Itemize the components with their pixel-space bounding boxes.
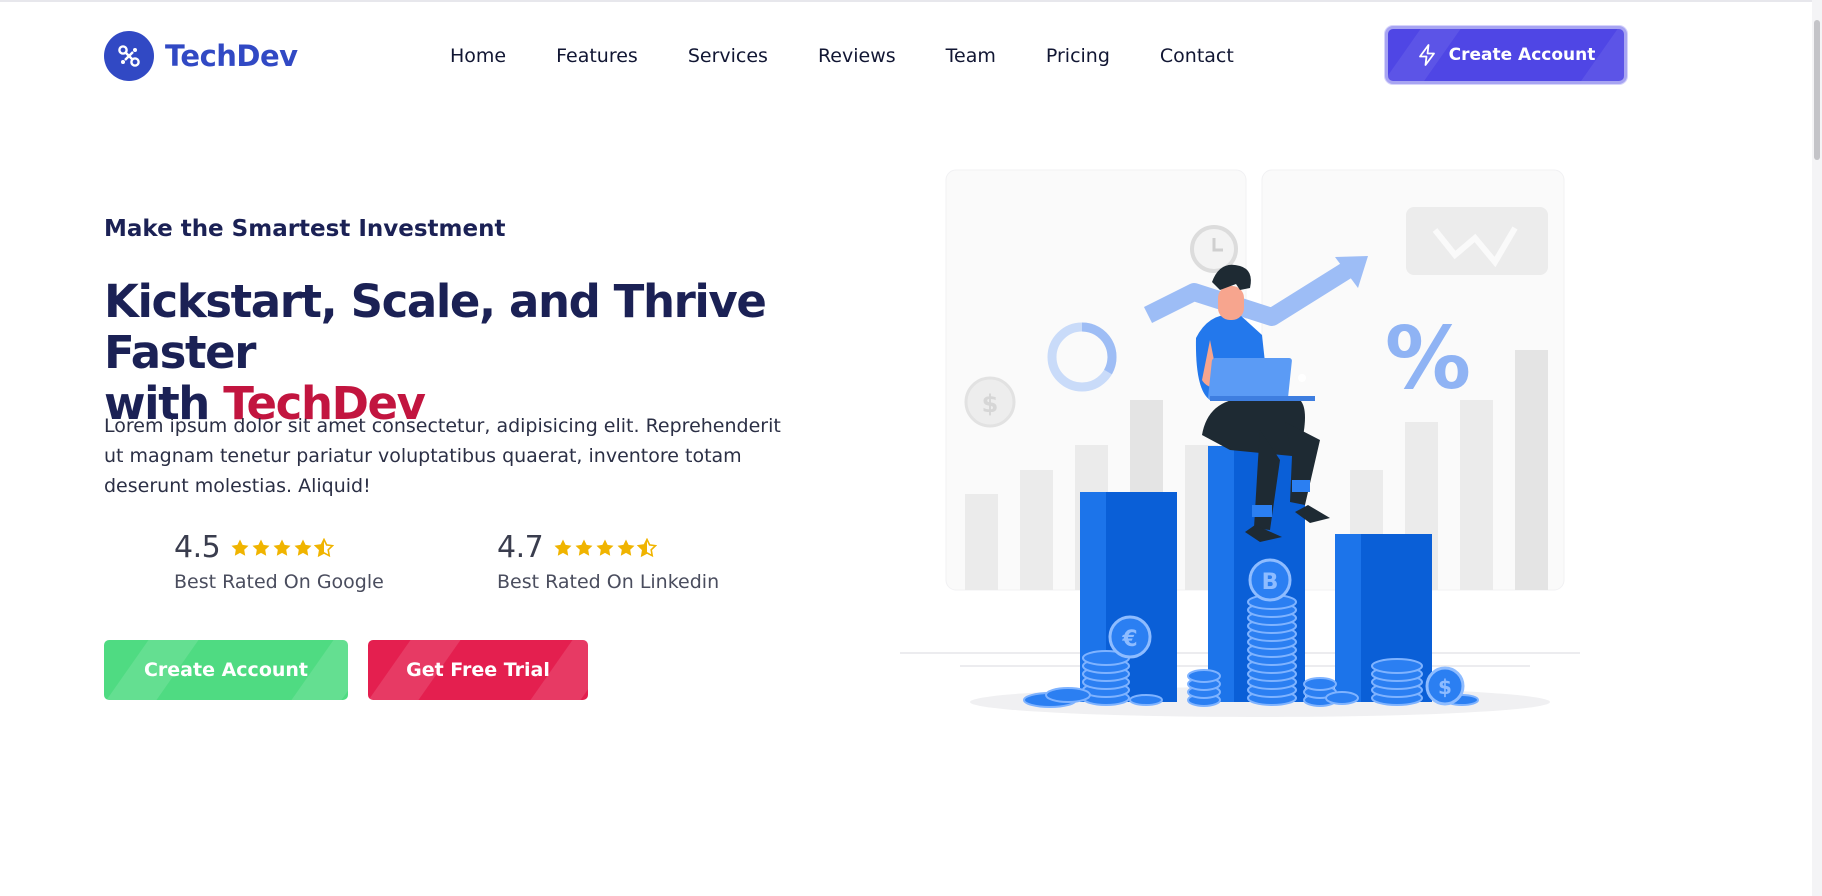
linkedin-rating: 4.7 Best Rated On Linkedin bbox=[497, 530, 719, 593]
investment-growth-illustration: $ % € B $ bbox=[900, 169, 1580, 717]
star-icon bbox=[596, 539, 614, 556]
star-icon bbox=[294, 539, 312, 556]
google-rating-label: Best Rated On Google bbox=[174, 571, 384, 593]
star-icon bbox=[273, 539, 291, 556]
hero-eyebrow: Make the Smartest Investment bbox=[104, 216, 506, 242]
nav-reviews[interactable]: Reviews bbox=[818, 42, 896, 70]
nav-services[interactable]: Services bbox=[688, 42, 768, 70]
brand-name: TechDev bbox=[165, 39, 298, 73]
svg-text:%: % bbox=[1385, 309, 1471, 409]
linkedin-rating-score: 4.7 bbox=[497, 530, 544, 565]
star-icon bbox=[554, 539, 572, 556]
star-half-icon bbox=[637, 537, 658, 557]
get-free-trial-button[interactable]: Get Free Trial bbox=[368, 640, 588, 700]
star-icon bbox=[575, 539, 593, 556]
svg-text:B: B bbox=[1262, 570, 1279, 595]
google-rating-score: 4.5 bbox=[174, 530, 221, 565]
nav-team[interactable]: Team bbox=[946, 42, 996, 70]
hero-description: Lorem ipsum dolor sit amet consectetur, … bbox=[104, 415, 781, 497]
linkedin-rating-stars bbox=[553, 537, 658, 558]
linkedin-rating-label: Best Rated On Linkedin bbox=[497, 571, 720, 593]
header-create-account-button[interactable]: Create Account bbox=[1385, 26, 1627, 84]
star-icon bbox=[617, 539, 635, 556]
nav-pricing[interactable]: Pricing bbox=[1046, 42, 1110, 70]
site-header: TechDev Home Features Services Reviews T… bbox=[0, 0, 1822, 112]
header-create-account-label: Create Account bbox=[1448, 45, 1596, 65]
get-free-trial-label: Get Free Trial bbox=[406, 659, 550, 681]
page-scrollbar[interactable] bbox=[1812, 0, 1822, 896]
svg-text:$: $ bbox=[982, 390, 999, 418]
star-icon bbox=[231, 539, 249, 556]
logo-icon bbox=[104, 31, 154, 81]
svg-text:€: € bbox=[1121, 627, 1137, 652]
google-rating-stars bbox=[230, 537, 335, 558]
nav-features[interactable]: Features bbox=[556, 42, 638, 70]
hero-headline: Kickstart, Scale, and Thrive Faster with… bbox=[104, 276, 804, 429]
main-nav: Home Features Services Reviews Team Pric… bbox=[450, 42, 1234, 70]
nav-contact[interactable]: Contact bbox=[1160, 42, 1234, 70]
svg-text:$: $ bbox=[1438, 675, 1452, 699]
star-half-icon bbox=[314, 537, 335, 557]
create-account-label: Create Account bbox=[143, 659, 309, 681]
scrollbar-thumb[interactable] bbox=[1814, 20, 1820, 160]
google-rating: 4.5 Best Rated On Google bbox=[174, 530, 384, 593]
headline-line-1: Kickstart, Scale, and Thrive Faster bbox=[104, 275, 767, 379]
create-account-button[interactable]: Create Account bbox=[104, 640, 348, 700]
brand-logo[interactable]: TechDev bbox=[104, 31, 298, 81]
nav-home[interactable]: Home bbox=[450, 42, 506, 70]
star-icon bbox=[252, 539, 270, 556]
